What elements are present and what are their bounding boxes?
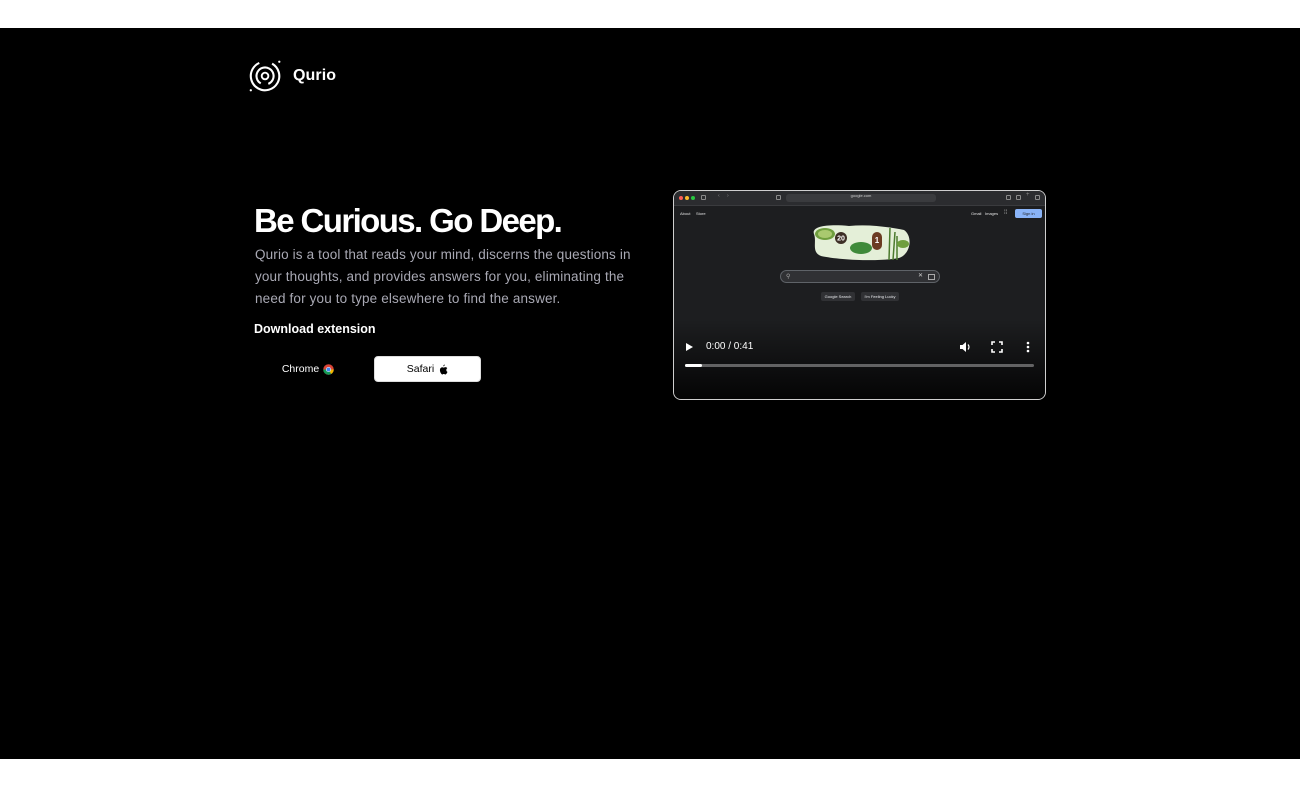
forward-icon: › [727,193,729,199]
sidebar-icon [701,195,706,200]
address-bar: google.com [786,193,936,202]
clear-icon: ✕ [917,273,923,279]
video-controls: 0:00 / 0:41 [674,339,1045,359]
google-gmail-link: Gmail [971,211,982,216]
swirl-logo-icon [249,60,281,92]
address-bar-url: google.com [850,193,872,198]
close-dot-icon [679,196,683,200]
brand-logo[interactable]: Qurio [247,56,336,96]
google-doodle-image: 20 1 < [813,225,910,261]
minimize-dot-icon [685,196,689,200]
doodle-number-20: 20 [837,236,845,243]
hero-title: Be Curious. Go Deep. [254,202,563,239]
google-about-link: About [680,211,691,216]
camera-icon [928,274,935,280]
google-sign-in-button: Sign in [1015,209,1042,218]
tabs-icon [1035,195,1040,200]
google-store-link: Store [696,211,706,216]
hero-description: Qurio is a tool that reads your mind, di… [255,247,631,306]
download-icon [1006,195,1011,200]
feeling-lucky-button: I'm Feeling Lucky [861,292,899,301]
new-tab-icon: + [1026,192,1030,198]
chrome-icon [323,363,334,375]
safari-download-button[interactable]: Safari [374,356,481,382]
maximize-dot-icon [691,196,695,200]
search-icon: ⚲ [786,274,791,280]
back-icon: ‹ [718,193,720,199]
video-controls-gradient [674,319,1045,399]
video-time: 0:00 / 0:41 [706,341,754,352]
google-search-button: Google Search [821,292,855,301]
google-images-link: Images [985,211,999,216]
safari-button-label: Safari [406,363,435,375]
google-search-box: ⚲ ✕ [780,270,940,283]
apps-grid-icon: ⁞⁞ [1004,210,1008,216]
video-progress-bar[interactable] [685,364,1034,367]
browser-toolbar: ‹ › google.com + [674,191,1045,206]
video-progress-fill [685,364,703,367]
chrome-download-button[interactable]: Chrome [255,356,361,382]
shield-icon [776,195,781,200]
apple-icon [440,364,448,374]
share-icon [1016,195,1021,200]
brand-name: Qurio [293,67,337,84]
more-options-icon[interactable] [1024,340,1032,354]
landing-page: Qurio Be Curious. Go Deep. Qurio is a to… [0,28,1300,759]
fullscreen-icon[interactable] [990,340,1004,354]
volume-icon[interactable] [958,340,972,354]
download-label: Download extension [254,322,376,336]
chrome-button-label: Chrome [281,363,320,375]
demo-video-player[interactable]: ‹ › google.com + About Store Gmail Image… [673,190,1046,400]
doodle-number-1: 1 [875,236,880,245]
play-button[interactable] [686,343,693,351]
